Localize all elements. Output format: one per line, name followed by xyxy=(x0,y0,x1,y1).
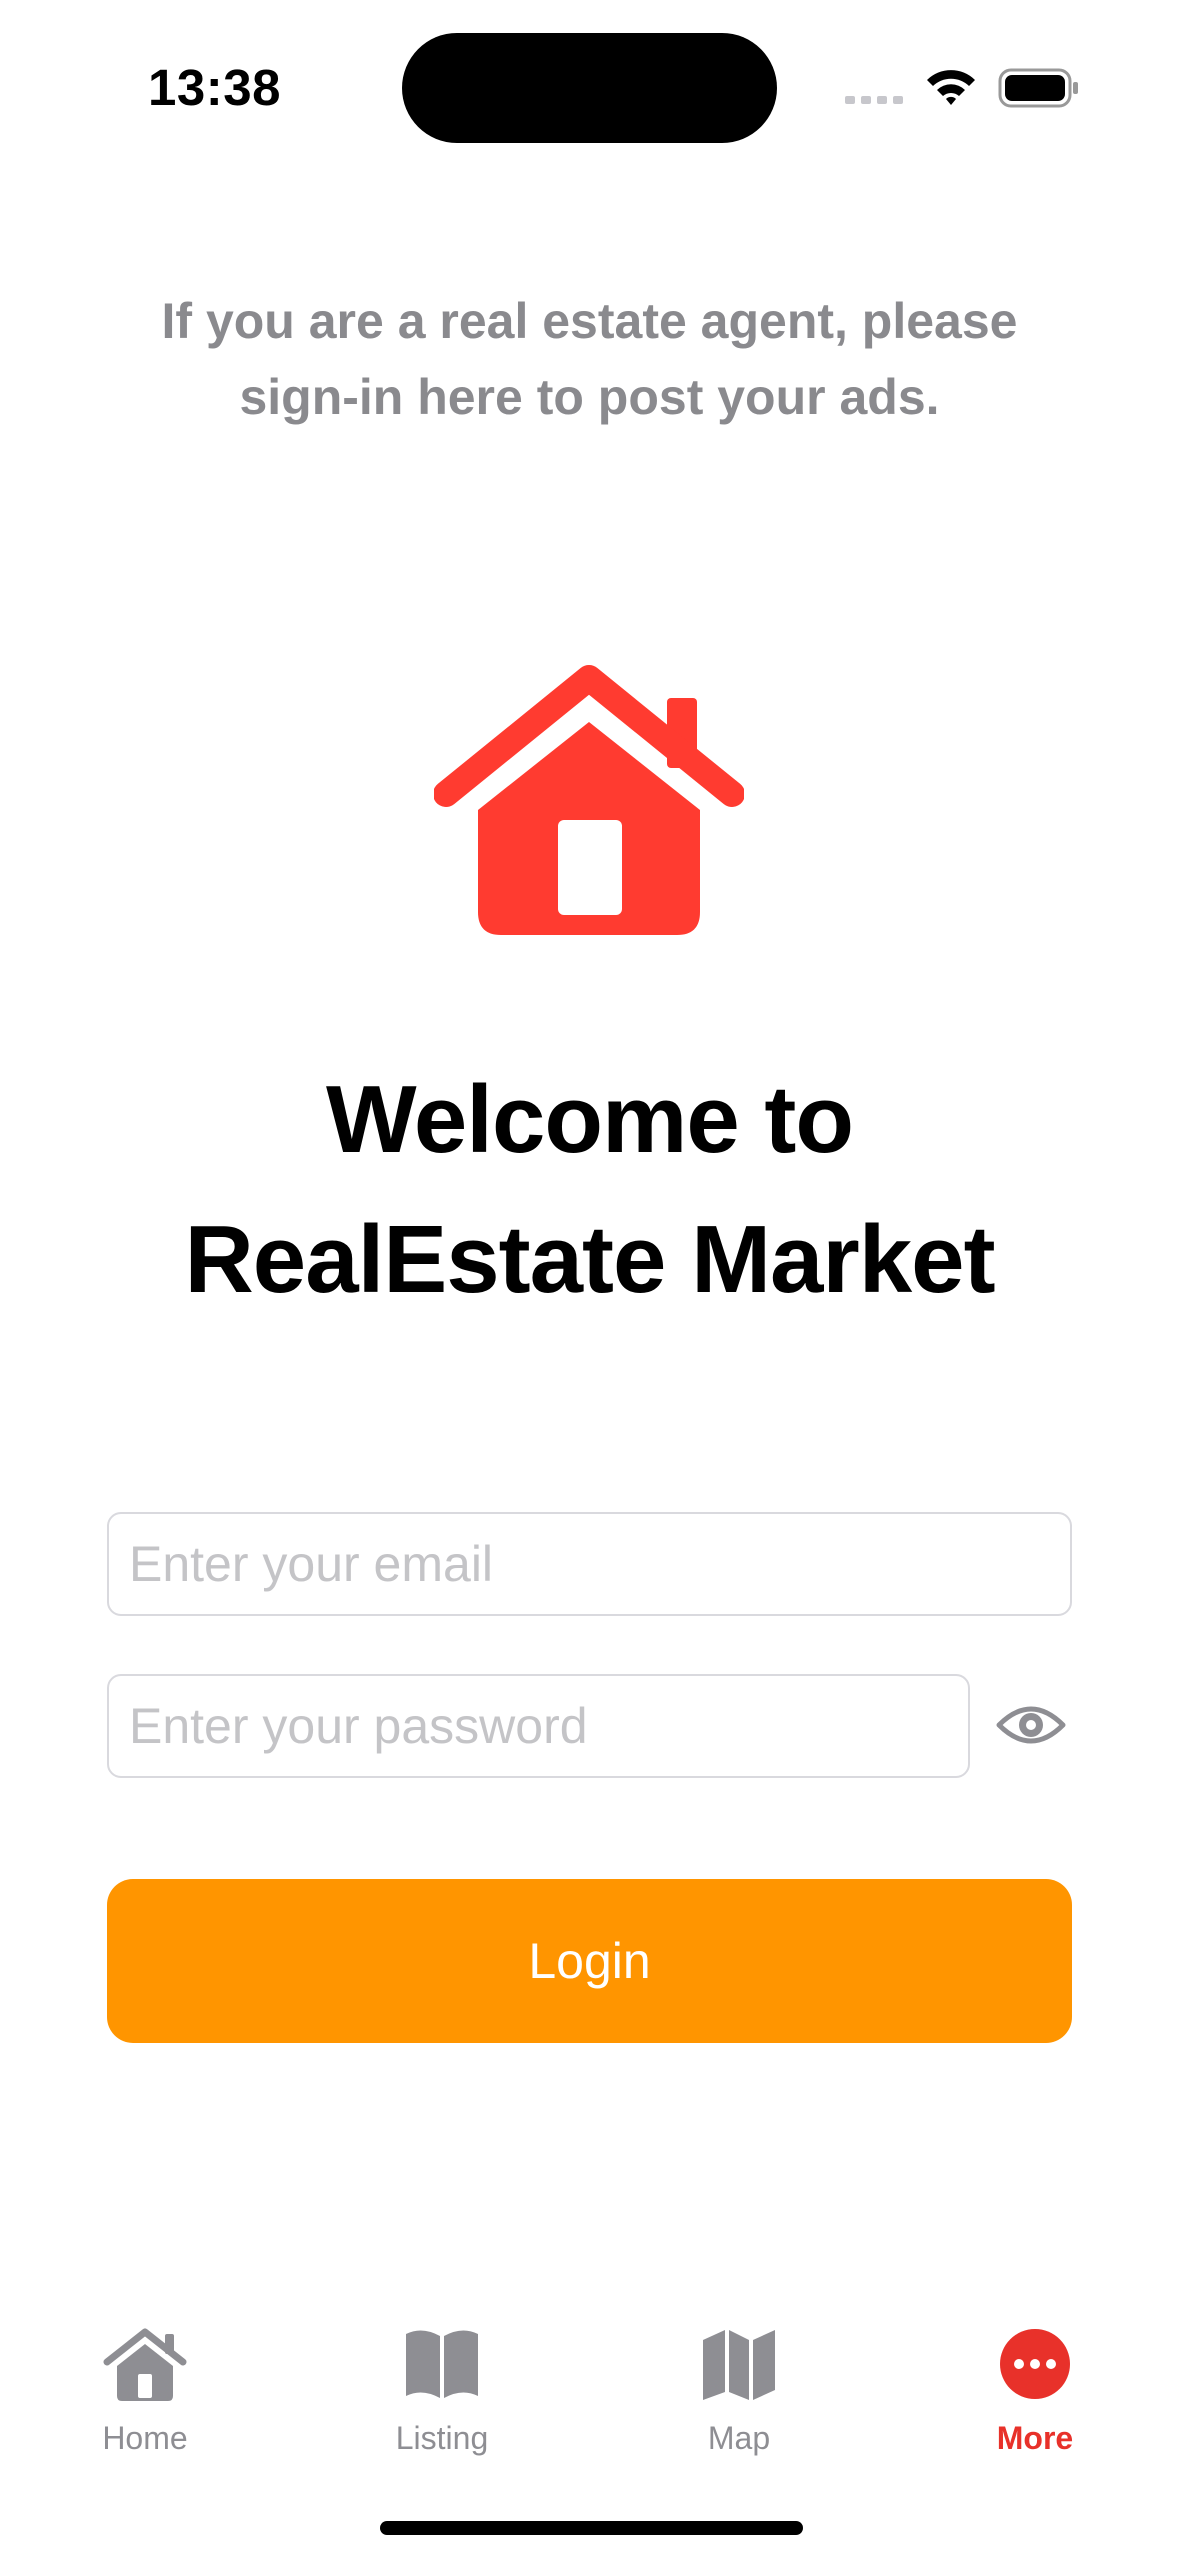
tab-label: Home xyxy=(102,2420,188,2456)
email-field[interactable] xyxy=(107,1512,1072,1616)
status-time: 13:38 xyxy=(148,59,281,116)
tab-map[interactable]: Map xyxy=(629,2320,849,2470)
login-button[interactable]: Login xyxy=(107,1879,1072,2043)
tab-listing[interactable]: Listing xyxy=(332,2320,552,2470)
tab-home[interactable]: Home xyxy=(35,2320,255,2470)
welcome-title: Welcome to RealEstate Market xyxy=(100,1050,1079,1330)
house-icon xyxy=(434,665,744,935)
book-icon xyxy=(406,2330,478,2398)
home-indicator[interactable] xyxy=(380,2521,803,2535)
notice-line-1: If you are a real estate agent, please xyxy=(161,293,1018,349)
password-field[interactable] xyxy=(107,1674,970,1778)
house-icon xyxy=(103,2328,187,2401)
agent-signin-notice: If you are a real estate agent, please s… xyxy=(120,283,1059,435)
welcome-line-2: RealEstate Market xyxy=(184,1206,995,1313)
battery-icon xyxy=(998,68,1078,108)
wifi-icon xyxy=(927,70,975,105)
more-icon xyxy=(1000,2329,1070,2399)
welcome-line-1: Welcome to xyxy=(326,1066,854,1173)
dynamic-island xyxy=(402,33,777,143)
map-icon xyxy=(703,2330,775,2400)
cellular-signal-icon xyxy=(845,96,903,104)
eye-icon[interactable] xyxy=(995,1697,1067,1753)
tab-label: Map xyxy=(707,2420,771,2456)
notice-line-2: sign-in here to post your ads. xyxy=(239,369,940,425)
tab-label: More xyxy=(996,2420,1074,2456)
tab-label: Listing xyxy=(395,2420,489,2456)
tab-more[interactable]: More xyxy=(925,2320,1145,2470)
